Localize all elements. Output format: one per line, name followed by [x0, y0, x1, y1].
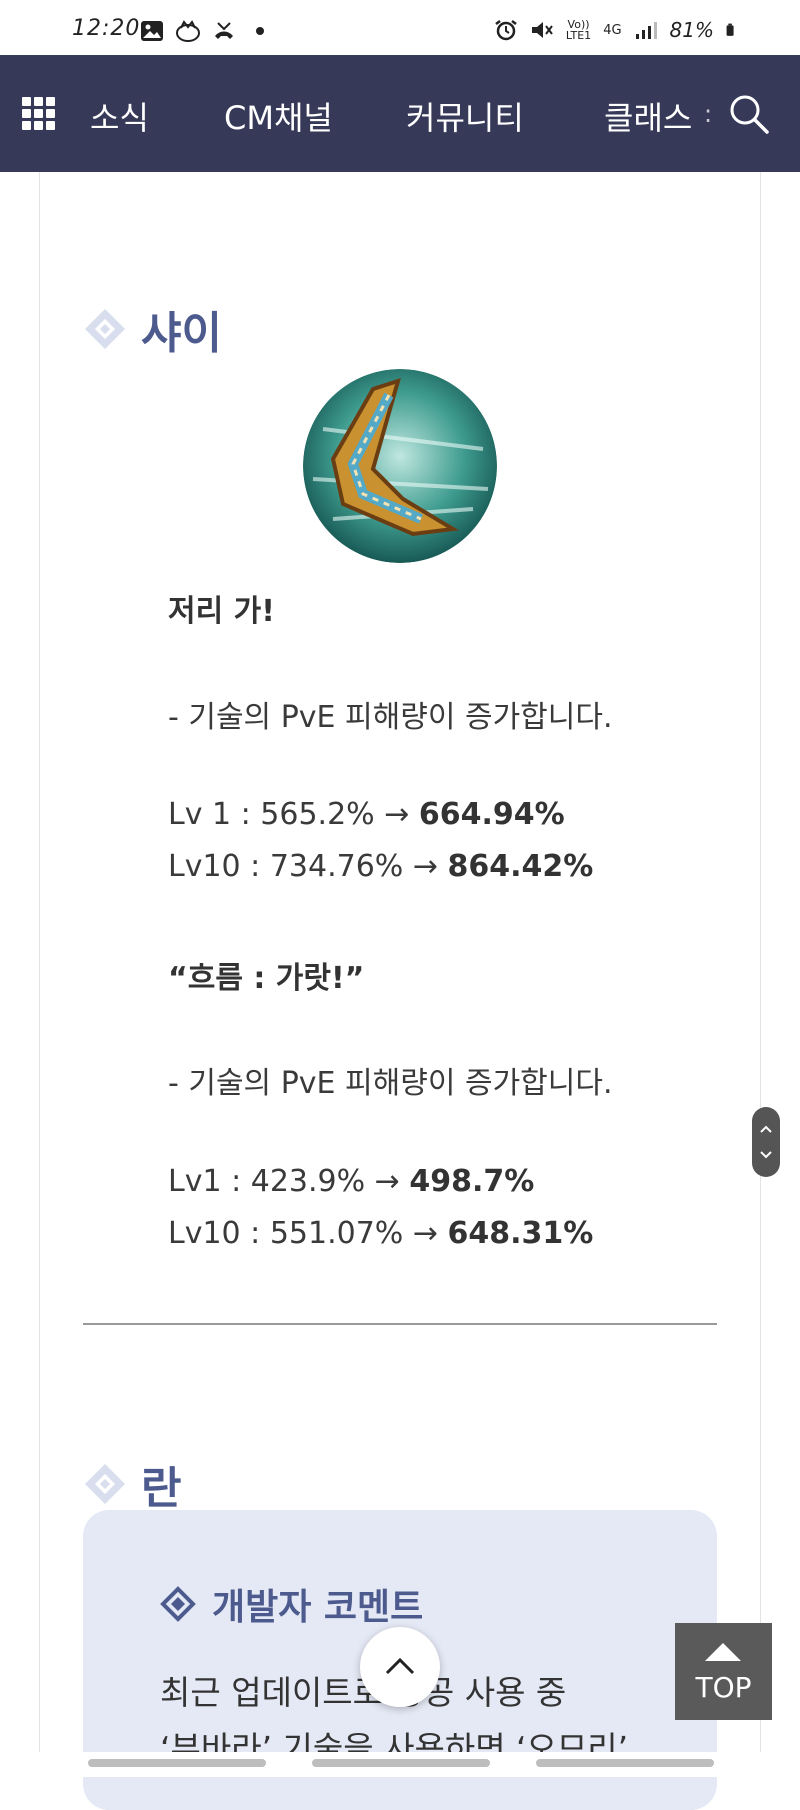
battery-percent: 81%: [669, 18, 714, 42]
nav-item-cm-channel[interactable]: CM채널: [224, 93, 333, 139]
nav-overflow: :: [704, 100, 713, 128]
content-border-left: [39, 172, 40, 1752]
skill-1-lv10: Lv10 : 734.76% → 864.42%: [168, 849, 593, 884]
skill-2-lv1-old: Lv1 : 423.9% →: [168, 1164, 410, 1199]
top-button[interactable]: TOP: [675, 1623, 772, 1720]
scroll-up-button[interactable]: [360, 1627, 440, 1707]
diamond-bullet-icon: [85, 1464, 125, 1504]
developer-comment-heading: 개발자 코멘트: [160, 1578, 423, 1630]
volte-bottom-text: LTE1: [565, 29, 592, 42]
skill-1-lv1-new: 664.94%: [418, 797, 565, 832]
skill-2-lv10-old: Lv10 : 551.07% →: [168, 1216, 448, 1251]
status-bar: 12:20 Vo)) LTE1 4G 81%: [0, 0, 800, 55]
boomerang-icon: [303, 369, 497, 563]
skill-name-2: “흐름 : 가랏!”: [168, 961, 365, 996]
chevron-up-icon: [385, 1657, 415, 1675]
triangle-up-icon: [705, 1643, 741, 1661]
status-time: 12:20: [72, 16, 141, 41]
skill-desc-1: - 기술의 PvE 피해량이 증가합니다.: [168, 700, 613, 735]
menu-grid-icon[interactable]: [22, 97, 56, 131]
nav-item-community[interactable]: 커뮤니티: [406, 93, 524, 139]
section-heading-shai: 샤이: [83, 297, 222, 361]
app-notification-icon: [176, 20, 200, 42]
network-type-label: 4G: [603, 22, 622, 38]
nav-item-class[interactable]: 클래스: [604, 93, 692, 139]
skill-1-lv1-old: Lv 1 : 565.2% →: [168, 797, 419, 832]
mute-icon: [531, 22, 553, 38]
top-button-label: TOP: [695, 1671, 752, 1704]
missed-call-icon: [215, 22, 233, 39]
skill-desc-2: - 기술의 PvE 피해량이 증가합니다.: [168, 1066, 613, 1101]
skill-2-lv10: Lv10 : 551.07% → 648.31%: [168, 1216, 593, 1251]
skill-1-lv10-old: Lv10 : 734.76% →: [168, 849, 448, 884]
skill-1-lv10-new: 864.42%: [447, 849, 594, 884]
section-heading-ran: 란: [83, 1452, 181, 1516]
alarm-icon: [495, 20, 517, 41]
content-border-right: [760, 172, 761, 1752]
scroll-arrows-icon: [760, 1125, 772, 1159]
skill-name-1: 저리 가!: [168, 594, 275, 629]
nav-pill-right[interactable]: [536, 1759, 714, 1767]
search-icon[interactable]: [728, 93, 770, 135]
skill-1-lv1: Lv 1 : 565.2% → 664.94%: [168, 797, 565, 832]
diamond-bullet-icon: [85, 309, 125, 349]
developer-comment-title: 개발자 코멘트: [212, 1587, 424, 1628]
section-divider: [83, 1323, 717, 1325]
nav-pill-left[interactable]: [88, 1759, 266, 1767]
dot-icon: [256, 27, 264, 35]
pin-diamond-icon: [160, 1586, 196, 1622]
skill-icon-boomerang: [303, 369, 497, 563]
skill-2-lv1-new: 498.7%: [409, 1164, 535, 1199]
system-nav-bar: [0, 1752, 800, 1777]
skill-2-lv1: Lv1 : 423.9% → 498.7%: [168, 1164, 534, 1199]
section-title-ran: 란: [141, 1463, 182, 1514]
section-title-shai: 샤이: [141, 308, 222, 359]
volte-indicator: Vo)) LTE1: [566, 19, 591, 41]
top-navigation: 소식 CM채널 커뮤니티 클래스 :: [0, 55, 800, 172]
skill-2-lv10-new: 648.31%: [447, 1216, 594, 1251]
signal-icon: [635, 22, 657, 39]
nav-item-news[interactable]: 소식: [90, 93, 149, 139]
scroll-handle[interactable]: [752, 1107, 780, 1177]
gallery-icon: [141, 21, 163, 41]
nav-pill-center[interactable]: [312, 1759, 490, 1767]
battery-icon: [726, 23, 734, 36]
